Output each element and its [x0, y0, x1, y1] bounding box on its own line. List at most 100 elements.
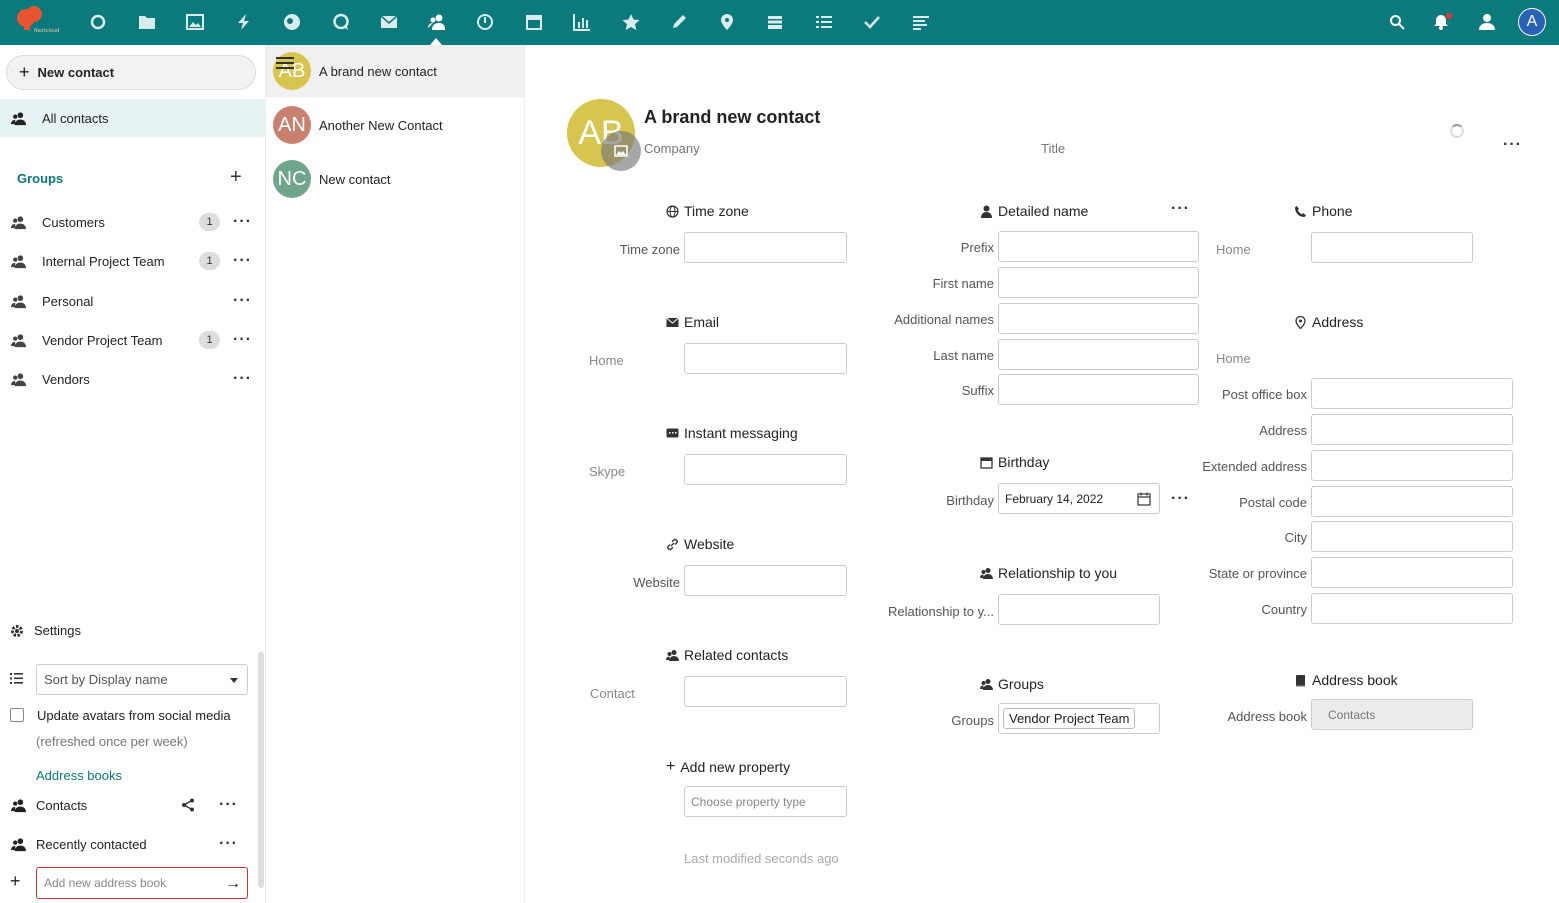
street-address-input[interactable] — [1311, 414, 1513, 445]
address-book-actions-icon[interactable]: ··· — [219, 836, 238, 852]
address-book-actions-icon[interactable]: ··· — [219, 797, 238, 813]
group-item-vendors[interactable]: Vendors ··· — [0, 361, 265, 397]
tasks-list-icon[interactable] — [813, 11, 835, 33]
mail-icon[interactable] — [378, 11, 400, 33]
share-icon[interactable] — [181, 798, 195, 812]
company-field[interactable]: Company — [644, 141, 700, 156]
calendar-picker-icon[interactable] — [1137, 492, 1151, 506]
timeline-icon[interactable] — [474, 11, 496, 33]
prefix-input[interactable] — [998, 231, 1199, 262]
address-book-item-recently-contacted[interactable]: Recently contacted ··· — [0, 829, 250, 859]
active-app-indicator — [430, 38, 442, 45]
suffix-input[interactable] — [998, 374, 1199, 405]
state-input[interactable] — [1311, 557, 1513, 588]
im-type-label[interactable]: Skype — [589, 464, 625, 479]
update-avatars-label[interactable]: Update avatars from social media — [37, 708, 231, 723]
relationship-input[interactable] — [998, 594, 1160, 625]
group-item-customers[interactable]: Customers 1 ··· — [0, 204, 265, 240]
forms-icon[interactable] — [910, 11, 932, 33]
add-address-book-input[interactable]: Add new address book → — [36, 867, 248, 899]
group-item-personal[interactable]: Personal ··· — [0, 283, 265, 319]
sort-select[interactable]: Sort by Display name — [36, 664, 248, 695]
navigation-toggle-icon[interactable] — [276, 57, 294, 71]
groups-label: Groups — [951, 713, 994, 728]
po-box-input[interactable] — [1311, 378, 1513, 409]
bookmarks-icon[interactable] — [620, 11, 642, 33]
add-property-header: + Add new property — [666, 758, 790, 776]
website-input[interactable] — [684, 565, 847, 596]
detailed-name-actions-icon[interactable]: ··· — [1171, 201, 1190, 217]
nextcloud-logo-icon[interactable]: Nextcloud — [12, 4, 62, 34]
arrow-right-icon[interactable]: → — [225, 875, 241, 893]
contacts-group-icon — [10, 110, 26, 126]
contact-list-item[interactable]: AN Another New Contact — [266, 99, 524, 151]
notes-icon[interactable] — [668, 11, 690, 33]
calendar-icon — [980, 456, 993, 469]
calendar-icon[interactable] — [523, 11, 545, 33]
additional-names-input[interactable] — [998, 303, 1199, 334]
settings-toggle[interactable]: Settings — [10, 623, 81, 638]
group-actions-icon[interactable]: ··· — [233, 253, 252, 269]
circles-icon[interactable] — [281, 11, 303, 33]
im-heading: Instant messaging — [684, 425, 798, 441]
new-contact-button[interactable]: + New contact — [6, 55, 256, 90]
group-actions-icon[interactable]: ··· — [233, 293, 252, 309]
email-input[interactable] — [684, 343, 847, 374]
postal-code-input[interactable] — [1311, 486, 1513, 517]
last-name-label: Last name — [933, 348, 994, 363]
files-icon[interactable] — [136, 11, 158, 33]
analytics-icon[interactable] — [571, 11, 593, 33]
photos-icon[interactable] — [184, 11, 206, 33]
group-actions-icon[interactable]: ··· — [233, 332, 252, 348]
search-icon[interactable] — [1386, 11, 1408, 33]
property-type-select[interactable]: Choose property type — [684, 786, 847, 817]
group-item-internal-project-team[interactable]: Internal Project Team 1 ··· — [0, 243, 265, 279]
first-name-input[interactable] — [998, 267, 1199, 298]
contacts-icon[interactable] — [426, 11, 448, 33]
address-type-label[interactable]: Home — [1216, 351, 1251, 366]
user-avatar[interactable]: A — [1518, 8, 1546, 36]
contacts-menu-icon[interactable] — [1476, 11, 1498, 33]
group-item-vendor-project-team[interactable]: Vendor Project Team 1 ··· — [0, 322, 265, 358]
timezone-input[interactable] — [684, 232, 847, 263]
nav-scrollbar[interactable] — [258, 652, 264, 888]
postal-code-label: Postal code — [1239, 495, 1307, 510]
title-field[interactable]: Title — [1041, 141, 1065, 156]
image-icon[interactable] — [601, 131, 641, 171]
email-type-label[interactable]: Home — [589, 353, 624, 368]
address-book-item-contacts[interactable]: Contacts ··· — [0, 790, 250, 820]
contact-list-item[interactable]: AB A brand new contact — [266, 45, 524, 97]
groups-multiselect[interactable]: Vendor Project Team — [998, 703, 1160, 734]
related-type-label[interactable]: Contact — [590, 686, 635, 701]
group-actions-icon[interactable]: ··· — [233, 371, 252, 387]
add-group-button[interactable]: + — [230, 166, 242, 189]
birthday-input[interactable]: February 14, 2022 — [998, 483, 1160, 514]
suffix-label: Suffix — [961, 383, 994, 398]
group-actions-icon[interactable]: ··· — [233, 214, 252, 230]
talk-icon[interactable] — [330, 11, 352, 33]
city-input[interactable] — [1311, 521, 1513, 552]
dashboard-icon[interactable] — [87, 11, 109, 33]
groups-section-header: Groups — [980, 676, 1044, 692]
update-avatars-checkbox[interactable] — [10, 708, 24, 722]
country-input[interactable] — [1311, 593, 1513, 624]
contact-name: New contact — [319, 171, 391, 187]
tasks-icon[interactable] — [861, 11, 883, 33]
extended-address-input[interactable] — [1311, 450, 1513, 481]
related-contact-input[interactable] — [684, 676, 847, 707]
contact-list-item[interactable]: NC New contact — [266, 153, 524, 205]
contact-full-name[interactable]: A brand new contact — [644, 107, 820, 128]
activity-icon[interactable] — [233, 11, 255, 33]
phone-type-label[interactable]: Home — [1216, 242, 1251, 257]
contact-actions-icon[interactable]: ··· — [1503, 137, 1522, 153]
maps-icon[interactable] — [716, 11, 738, 33]
birthday-actions-icon[interactable]: ··· — [1171, 491, 1190, 507]
detailed-name-heading: Detailed name — [998, 203, 1089, 219]
last-name-input[interactable] — [998, 339, 1199, 370]
phone-input[interactable] — [1311, 232, 1473, 263]
contacts-group-icon — [666, 649, 679, 661]
group-tag[interactable]: Vendor Project Team — [1003, 708, 1136, 729]
im-input[interactable] — [684, 454, 847, 485]
nav-item-all-contacts[interactable]: All contacts — [0, 99, 265, 137]
deck-icon[interactable] — [764, 11, 786, 33]
